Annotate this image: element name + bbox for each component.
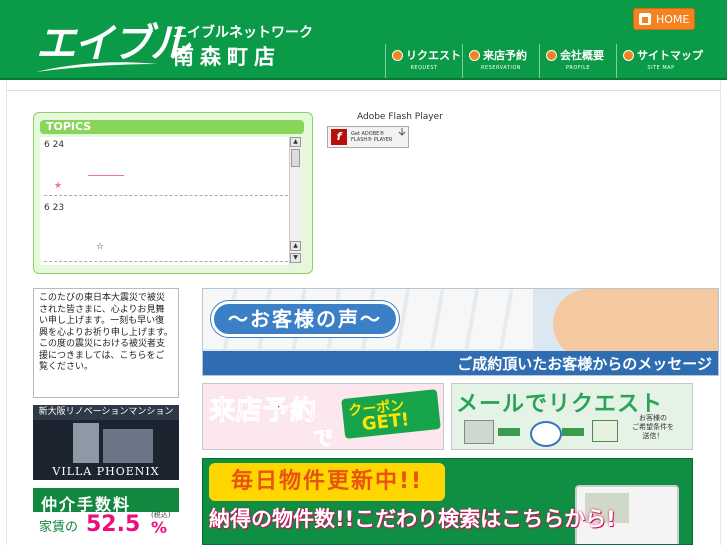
scroll-up-icon[interactable]: ▲ — [290, 137, 301, 147]
customer-voice-banner[interactable]: 〜お客様の声〜 ご成約頂いたお客様からのメッセージ — [202, 288, 719, 376]
news-date[interactable]: 6 24 — [44, 140, 64, 150]
arrow-right-icon — [562, 428, 584, 436]
content-border-left — [6, 80, 7, 545]
news-link-line[interactable] — [88, 175, 124, 176]
topics-scrollbar[interactable]: ▲ ▲ ▼ — [289, 137, 302, 265]
news-divider — [44, 195, 288, 196]
nav-item-profile[interactable]: 会社概要 PROFILE — [539, 44, 616, 78]
download-icon — [398, 128, 406, 136]
home-button[interactable]: HOME — [633, 8, 695, 30]
earthquake-notice[interactable]: このたびの東日本大震災で被災された皆さまに、心よりお見舞い申し上げます。一刻も早… — [33, 288, 179, 398]
arrow-icon — [469, 49, 480, 61]
scroll-thumb[interactable] — [291, 149, 300, 167]
property-search-banner[interactable]: 毎日物件更新中!! 納得の物件数!!こだわり検索はこちらから! — [202, 458, 693, 545]
nav-item-sitemap[interactable]: サイトマップ SITE MAP — [616, 44, 705, 78]
flash-title: Adobe Flash Player — [357, 112, 443, 122]
scroll-up-icon[interactable]: ▲ — [290, 241, 301, 251]
new-star-icon: ★ — [54, 181, 63, 191]
content-divider — [6, 90, 721, 91]
content-border-right — [720, 80, 721, 545]
request-note: お客様の ご希望条件を 送信！ — [632, 414, 674, 440]
building-image — [73, 423, 99, 463]
topics-panel: TOPICS 6 24 ★ 6 23 ☆ ▲ ▲ ▼ — [33, 112, 313, 274]
reservation-coupon-banner[interactable]: 来店予約 で クーポン GET! — [202, 383, 444, 451]
envelope-icon — [530, 421, 562, 447]
main-nav: リクエスト REQUEST 来店予約 RESERVATION 会社概要 PROF… — [385, 44, 705, 78]
fee-value: 52.5 — [86, 512, 141, 537]
commission-banner[interactable]: 仲介手数料 家賃の 52.5 (税込) % — [33, 488, 179, 545]
arrow-icon — [546, 49, 557, 61]
topics-title: TOPICS — [40, 120, 304, 134]
fee-unit: % — [151, 518, 168, 537]
update-pill: 毎日物件更新中!! — [209, 463, 445, 501]
topics-list: 6 24 ★ 6 23 ☆ ▲ ▲ ▼ — [40, 137, 302, 265]
voice-subtitle: ご成約頂いたお客様からのメッセージ — [203, 351, 718, 375]
villa-caption: 新大阪リノベーションマンション — [33, 405, 179, 420]
scroll-down-icon[interactable]: ▼ — [290, 253, 301, 263]
news-date[interactable]: 6 23 — [44, 203, 64, 213]
building-image — [103, 429, 153, 463]
arrow-icon — [623, 49, 634, 61]
fee-prefix: 家賃の — [39, 520, 79, 535]
news-divider — [44, 261, 288, 262]
house-icon — [592, 420, 618, 442]
customer-photo — [553, 289, 718, 359]
store-name: 南森町店 — [173, 45, 281, 69]
mail-request-banner[interactable]: メールでリクエスト お客様の ご希望条件を 送信！ — [451, 383, 693, 450]
coupon-badge: クーポン GET! — [341, 389, 441, 439]
brand-subtitle: エイブルネットワーク — [173, 25, 313, 41]
home-label: HOME — [656, 12, 690, 26]
site-header: エイブル エイブルネットワーク 南森町店 HOME リクエスト REQUEST … — [0, 0, 727, 80]
arrow-icon — [392, 49, 403, 61]
arrow-left-icon — [498, 428, 520, 436]
get-flash-player-button[interactable]: f Get ADOBE® FLASH® PLAYER — [327, 126, 409, 148]
nav-item-request[interactable]: リクエスト REQUEST — [385, 44, 462, 78]
nav-item-reservation[interactable]: 来店予約 RESERVATION — [462, 44, 539, 78]
logo-swoosh-icon — [36, 62, 158, 72]
voice-title: 〜お客様の声〜 — [211, 301, 399, 337]
flash-icon: f — [331, 129, 347, 145]
star-icon: ☆ — [96, 242, 105, 252]
coupon-main-text: 来店予約 — [208, 396, 318, 427]
villa-name: VILLA PHOENIX — [52, 465, 160, 478]
shop-icon — [464, 420, 494, 444]
update-line: 納得の物件数!!こだわり検索はこちらから! — [209, 507, 616, 531]
villa-phoenix-banner[interactable]: 新大阪リノベーションマンション VILLA PHOENIX — [33, 405, 179, 480]
home-icon — [639, 13, 651, 25]
coupon-de-text: で — [313, 426, 334, 451]
